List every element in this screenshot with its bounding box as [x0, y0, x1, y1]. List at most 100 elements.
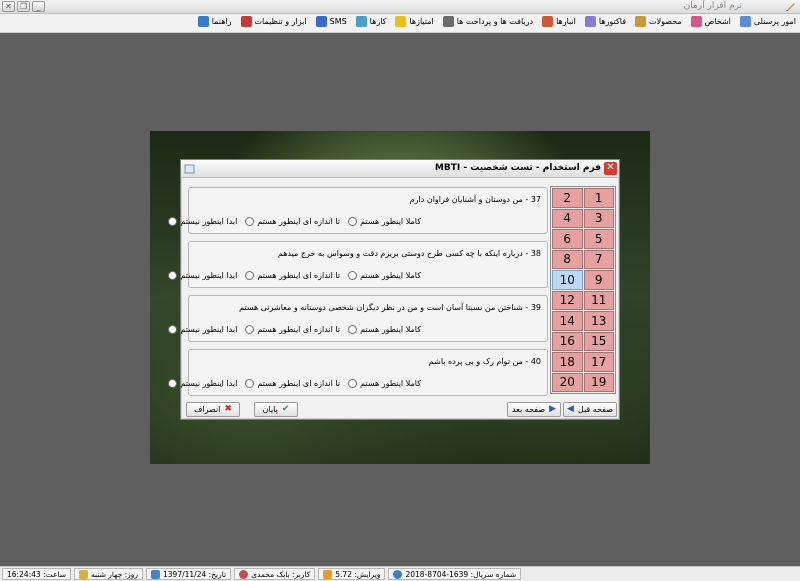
minimize-window-button[interactable]: _: [32, 1, 45, 12]
mbti-test-dialog: فرم استخدام - تست شخصیت - MBTI ✕ 37 - من…: [168, 159, 620, 420]
answer-option[interactable]: کاملا اینطور هستم: [348, 271, 421, 280]
window-title-bar: ✕ ❐ _ نرم افزار آرمان: [0, 0, 800, 14]
help-icon: [197, 16, 209, 27]
answer-option[interactable]: تا اندازه ای اینطور هستم: [245, 271, 340, 280]
menu-label: کارها: [369, 17, 387, 26]
radio-button[interactable]: [168, 271, 178, 280]
menu-item-tasks[interactable]: کارها: [355, 16, 387, 27]
radio-button[interactable]: [245, 271, 255, 280]
answer-options: ابدا اینطور نیستم تا اندازه ای اینطور هست…: [168, 325, 421, 334]
next-page-button[interactable]: ▶ صفحه بعد: [507, 402, 561, 417]
radio-button[interactable]: [348, 325, 358, 334]
maximize-window-button[interactable]: ❐: [17, 1, 30, 12]
answer-option[interactable]: کاملا اینطور هستم: [348, 217, 421, 226]
status-time: ساعت: 16:24:43: [2, 568, 72, 580]
page-cell-8[interactable]: 8: [552, 249, 583, 269]
answer-option[interactable]: تا اندازه ای اینطور هستم: [245, 217, 340, 226]
radio-button[interactable]: [168, 325, 178, 334]
version-icon: [323, 569, 333, 579]
page-cell-13[interactable]: 13: [583, 311, 614, 331]
question-text: 39 - شناختن من نسبتا آسان است و من در نظ…: [239, 303, 541, 312]
menu-item-sms[interactable]: SMS: [315, 16, 347, 27]
radio-button[interactable]: [245, 379, 255, 388]
page-cell-9[interactable]: 9: [583, 270, 614, 290]
status-date: تاریخ: 1397/11/24: [146, 568, 232, 580]
menu-item-people[interactable]: اشخاص: [690, 16, 731, 27]
question-panel: 39 - شناختن من نسبتا آسان است و من در نظ…: [168, 295, 548, 342]
date-text: تاریخ: 1397/11/24: [163, 569, 227, 579]
radio-button[interactable]: [348, 217, 358, 226]
answer-options: ابدا اینطور نیستم تا اندازه ای اینطور هست…: [168, 271, 421, 280]
radio-button[interactable]: [348, 379, 358, 388]
question-panel: 37 - من دوستان و آشنایان فراوان دارم ابدا…: [168, 187, 548, 234]
page-cell-1[interactable]: 1: [583, 188, 614, 208]
close-window-button[interactable]: ✕: [2, 1, 15, 12]
radio-button[interactable]: [348, 271, 358, 280]
user-text: کاربر: بابک محمدی: [251, 569, 311, 579]
answer-option[interactable]: کاملا اینطور هستم: [348, 325, 421, 334]
menu-item-warehouse[interactable]: انبارها: [542, 16, 576, 27]
page-cell-10[interactable]: 10: [552, 270, 583, 290]
answer-option[interactable]: کاملا اینطور هستم: [348, 379, 421, 388]
answer-option[interactable]: تا اندازه ای اینطور هستم: [245, 325, 340, 334]
menu-item-invoice[interactable]: فاکتورها: [584, 16, 627, 27]
status-user: کاربر: بابک محمدی: [234, 568, 316, 580]
page-cell-19[interactable]: 19: [583, 372, 614, 392]
sms-icon: [315, 16, 327, 27]
radio-button[interactable]: [168, 217, 178, 226]
menu-item-help[interactable]: راهنما: [197, 16, 232, 27]
app-logo-icon: [786, 3, 795, 11]
radio-button[interactable]: [168, 379, 178, 388]
menu-label: محصولات: [649, 17, 682, 26]
page-cell-7[interactable]: 7: [583, 249, 614, 269]
answer-options: ابدا اینطور نیستم تا اندازه ای اینطور هست…: [168, 379, 421, 388]
warehouse-icon: [542, 16, 554, 27]
menu-label: امور پرسنلی: [753, 17, 796, 26]
page-cell-17[interactable]: 17: [583, 352, 614, 372]
option-label: ابدا اینطور نیستم: [180, 379, 238, 388]
radio-button[interactable]: [245, 217, 255, 226]
page-cell-3[interactable]: 3: [583, 208, 614, 228]
dialog-close-button[interactable]: ✕: [604, 162, 617, 175]
previous-page-button[interactable]: صفحه قبل ◀: [563, 402, 617, 417]
option-label: کاملا اینطور هستم: [360, 271, 421, 280]
question-text: 38 - درباره اینکه با چه کسی طرح دوستی بر…: [277, 249, 541, 258]
menu-item-settings[interactable]: ابزار و تنظیمات: [240, 16, 307, 27]
option-label: ابدا اینطور نیستم: [180, 217, 238, 226]
checkmark-icon: ✔: [281, 404, 290, 414]
tasks-icon: [355, 16, 367, 27]
page-cell-14[interactable]: 14: [552, 311, 583, 331]
answer-option[interactable]: ابدا اینطور نیستم: [168, 271, 237, 280]
finish-button[interactable]: ✔ پایان: [254, 402, 298, 417]
arrow-left-icon: ◀: [566, 404, 574, 414]
payment-icon: [442, 16, 454, 27]
menu-items: امور پرسنلی اشخاص محصولات فاکتورها انبارها در…: [197, 16, 796, 27]
menu-item-payment[interactable]: دریافت ها و پرداخت ها: [442, 16, 533, 27]
page-cell-2[interactable]: 2: [552, 188, 583, 208]
page-cell-11[interactable]: 11: [583, 290, 614, 310]
status-serial: شماره سریال: 1639-8704-2018: [388, 568, 522, 580]
menu-item-star[interactable]: امتیازها: [395, 16, 434, 27]
page-cell-16[interactable]: 16: [552, 331, 583, 351]
menu-label: فاکتورها: [598, 17, 627, 26]
next-page-label: صفحه بعد: [511, 405, 546, 414]
user-icon: [239, 569, 249, 579]
page-cell-5[interactable]: 5: [583, 229, 614, 249]
option-label: کاملا اینطور هستم: [360, 325, 421, 334]
page-cell-18[interactable]: 18: [552, 352, 583, 372]
page-cell-15[interactable]: 15: [583, 331, 614, 351]
answer-option[interactable]: تا اندازه ای اینطور هستم: [245, 379, 340, 388]
menu-item-personnel[interactable]: امور پرسنلی: [739, 16, 796, 27]
menu-item-products[interactable]: محصولات: [635, 16, 682, 27]
page-cell-12[interactable]: 12: [552, 290, 583, 310]
answer-option[interactable]: ابدا اینطور نیستم: [168, 325, 237, 334]
radio-button[interactable]: [245, 325, 255, 334]
previous-page-label: صفحه قبل: [577, 405, 614, 414]
page-cell-6[interactable]: 6: [552, 229, 583, 249]
cancel-button[interactable]: ✖ انصراف: [186, 402, 240, 417]
answer-option[interactable]: ابدا اینطور نیستم: [168, 217, 237, 226]
answer-option[interactable]: ابدا اینطور نیستم: [168, 379, 237, 388]
page-cell-4[interactable]: 4: [552, 208, 583, 228]
page-cell-20[interactable]: 20: [552, 372, 583, 392]
menu-label: ابزار و تنظیمات: [254, 17, 307, 26]
